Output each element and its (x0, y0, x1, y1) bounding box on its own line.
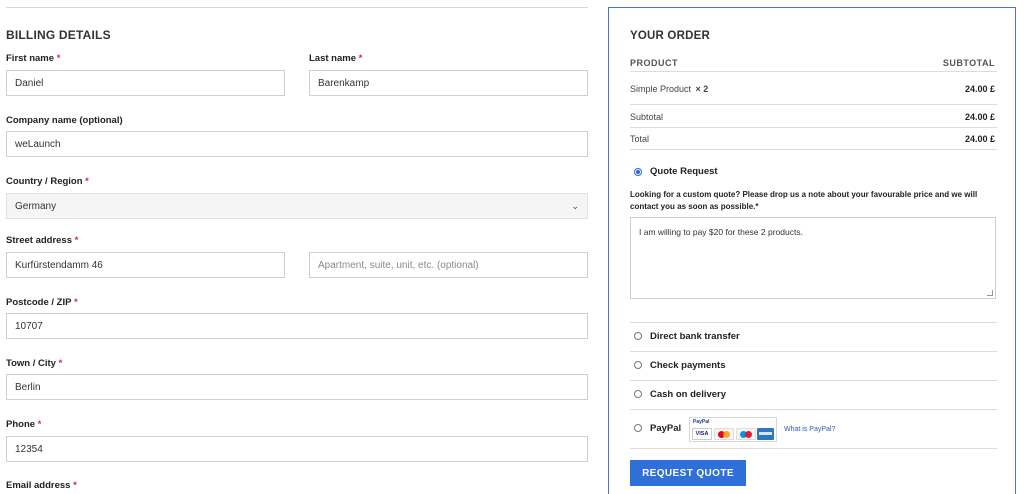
bank-transfer-label[interactable]: Direct bank transfer (650, 331, 740, 342)
first-name-label: First name * (6, 53, 60, 64)
check-payments-label[interactable]: Check payments (650, 360, 726, 371)
col-subtotal-header: SUBTOTAL (942, 58, 995, 68)
quote-request-label[interactable]: Quote Request (650, 166, 718, 177)
bank-transfer-radio[interactable] (634, 332, 642, 340)
order-item-total: 24.00 £ (964, 84, 995, 94)
request-quote-button[interactable]: REQUEST QUOTE (630, 460, 746, 486)
country-select-value: Germany (15, 200, 57, 212)
email-label: Email address * (6, 480, 77, 491)
resize-handle-icon[interactable] (987, 290, 993, 296)
top-divider (6, 7, 588, 8)
last-name-label-text: Last name (309, 53, 356, 64)
city-input[interactable]: Berlin (6, 374, 588, 400)
chevron-down-icon: ⌄ (571, 200, 579, 211)
required-mark: * (85, 176, 89, 187)
paypal-radio[interactable] (634, 424, 642, 432)
quote-textarea[interactable]: I am willing to pay $20 for these 2 prod… (630, 217, 996, 299)
phone-label-text: Phone (6, 419, 36, 430)
total-label: Total (630, 134, 650, 144)
last-name-label: Last name * (309, 53, 362, 64)
email-label-text: Email address (6, 480, 71, 491)
city-label: Town / City * (6, 358, 62, 369)
street-label: Street address * (6, 235, 78, 246)
first-name-input[interactable]: Daniel (6, 70, 285, 96)
required-mark: * (358, 53, 363, 64)
check-payments-radio[interactable] (634, 361, 642, 369)
postcode-label: Postcode / ZIP * (6, 297, 78, 308)
country-label-text: Country / Region (6, 176, 83, 187)
city-label-text: Town / City (6, 358, 56, 369)
order-title: YOUR ORDER (630, 30, 710, 42)
amex-icon (757, 428, 774, 440)
payment-divider (630, 322, 997, 323)
quote-request-radio[interactable] (634, 168, 642, 176)
country-label: Country / Region * (6, 176, 89, 187)
order-divider (630, 149, 997, 150)
company-label-text: Company name (optional) (6, 115, 123, 126)
subtotal-label: Subtotal (630, 112, 664, 122)
street-address-2-input[interactable]: Apartment, suite, unit, etc. (optional) (309, 252, 588, 278)
cash-on-delivery-label[interactable]: Cash on delivery (650, 389, 726, 400)
street-address-input[interactable]: Kurfürstendamm 46 (6, 252, 285, 278)
postcode-label-text: Postcode / ZIP (6, 297, 72, 308)
order-review-panel: YOUR ORDER PRODUCT SUBTOTAL Simple Produ… (608, 7, 1016, 494)
billing-title: BILLING DETAILS (6, 28, 111, 42)
payment-divider (630, 351, 997, 352)
paypal-label[interactable]: PayPal (650, 423, 681, 434)
phone-input[interactable]: 12354 (6, 436, 588, 462)
quote-textarea-value: I am willing to pay $20 for these 2 prod… (639, 227, 803, 237)
what-is-paypal-link[interactable]: What is PayPal? (784, 426, 835, 433)
col-product-header: PRODUCT (630, 58, 678, 68)
last-name-input[interactable]: Barenkamp (309, 70, 588, 96)
item-name-text: Simple Product (630, 84, 692, 94)
maestro-icon (736, 428, 756, 440)
paypal-logo-text: PayPal (693, 419, 710, 425)
phone-label: Phone * (6, 419, 41, 430)
visa-card-icon: VISA (692, 428, 712, 440)
item-qty: × 2 (695, 84, 709, 94)
required-mark: * (73, 480, 77, 491)
postcode-input[interactable]: 10707 (6, 313, 588, 339)
required-mark: * (56, 53, 61, 64)
required-mark: * (73, 297, 78, 308)
company-label: Company name (optional) (6, 115, 123, 126)
payment-divider (630, 380, 997, 381)
cash-on-delivery-radio[interactable] (634, 390, 642, 398)
total-value: 24.00 £ (964, 134, 995, 144)
paypal-acceptance-logos: PayPal VISA (689, 417, 777, 442)
company-input[interactable]: weLaunch (6, 131, 588, 157)
visa-text: VISA (695, 431, 709, 437)
street-label-text: Street address (6, 235, 73, 246)
quote-required-mark: * (755, 202, 759, 211)
mastercard-icon (714, 428, 734, 440)
required-mark: * (37, 419, 42, 430)
order-divider (630, 127, 997, 128)
quote-description-text: Looking for a custom quote? Please drop … (630, 190, 978, 211)
order-divider (630, 104, 997, 105)
order-divider (630, 71, 997, 72)
payment-divider (630, 448, 997, 449)
required-mark: * (58, 358, 63, 369)
order-item-name: Simple Product × 2 (630, 84, 708, 94)
subtotal-value: 24.00 £ (964, 112, 995, 122)
country-select[interactable]: Germany ⌄ (6, 193, 588, 219)
quote-description: Looking for a custom quote? Please drop … (630, 189, 990, 213)
payment-divider (630, 409, 997, 410)
required-mark: * (74, 235, 79, 246)
first-name-label-text: First name (6, 53, 55, 64)
